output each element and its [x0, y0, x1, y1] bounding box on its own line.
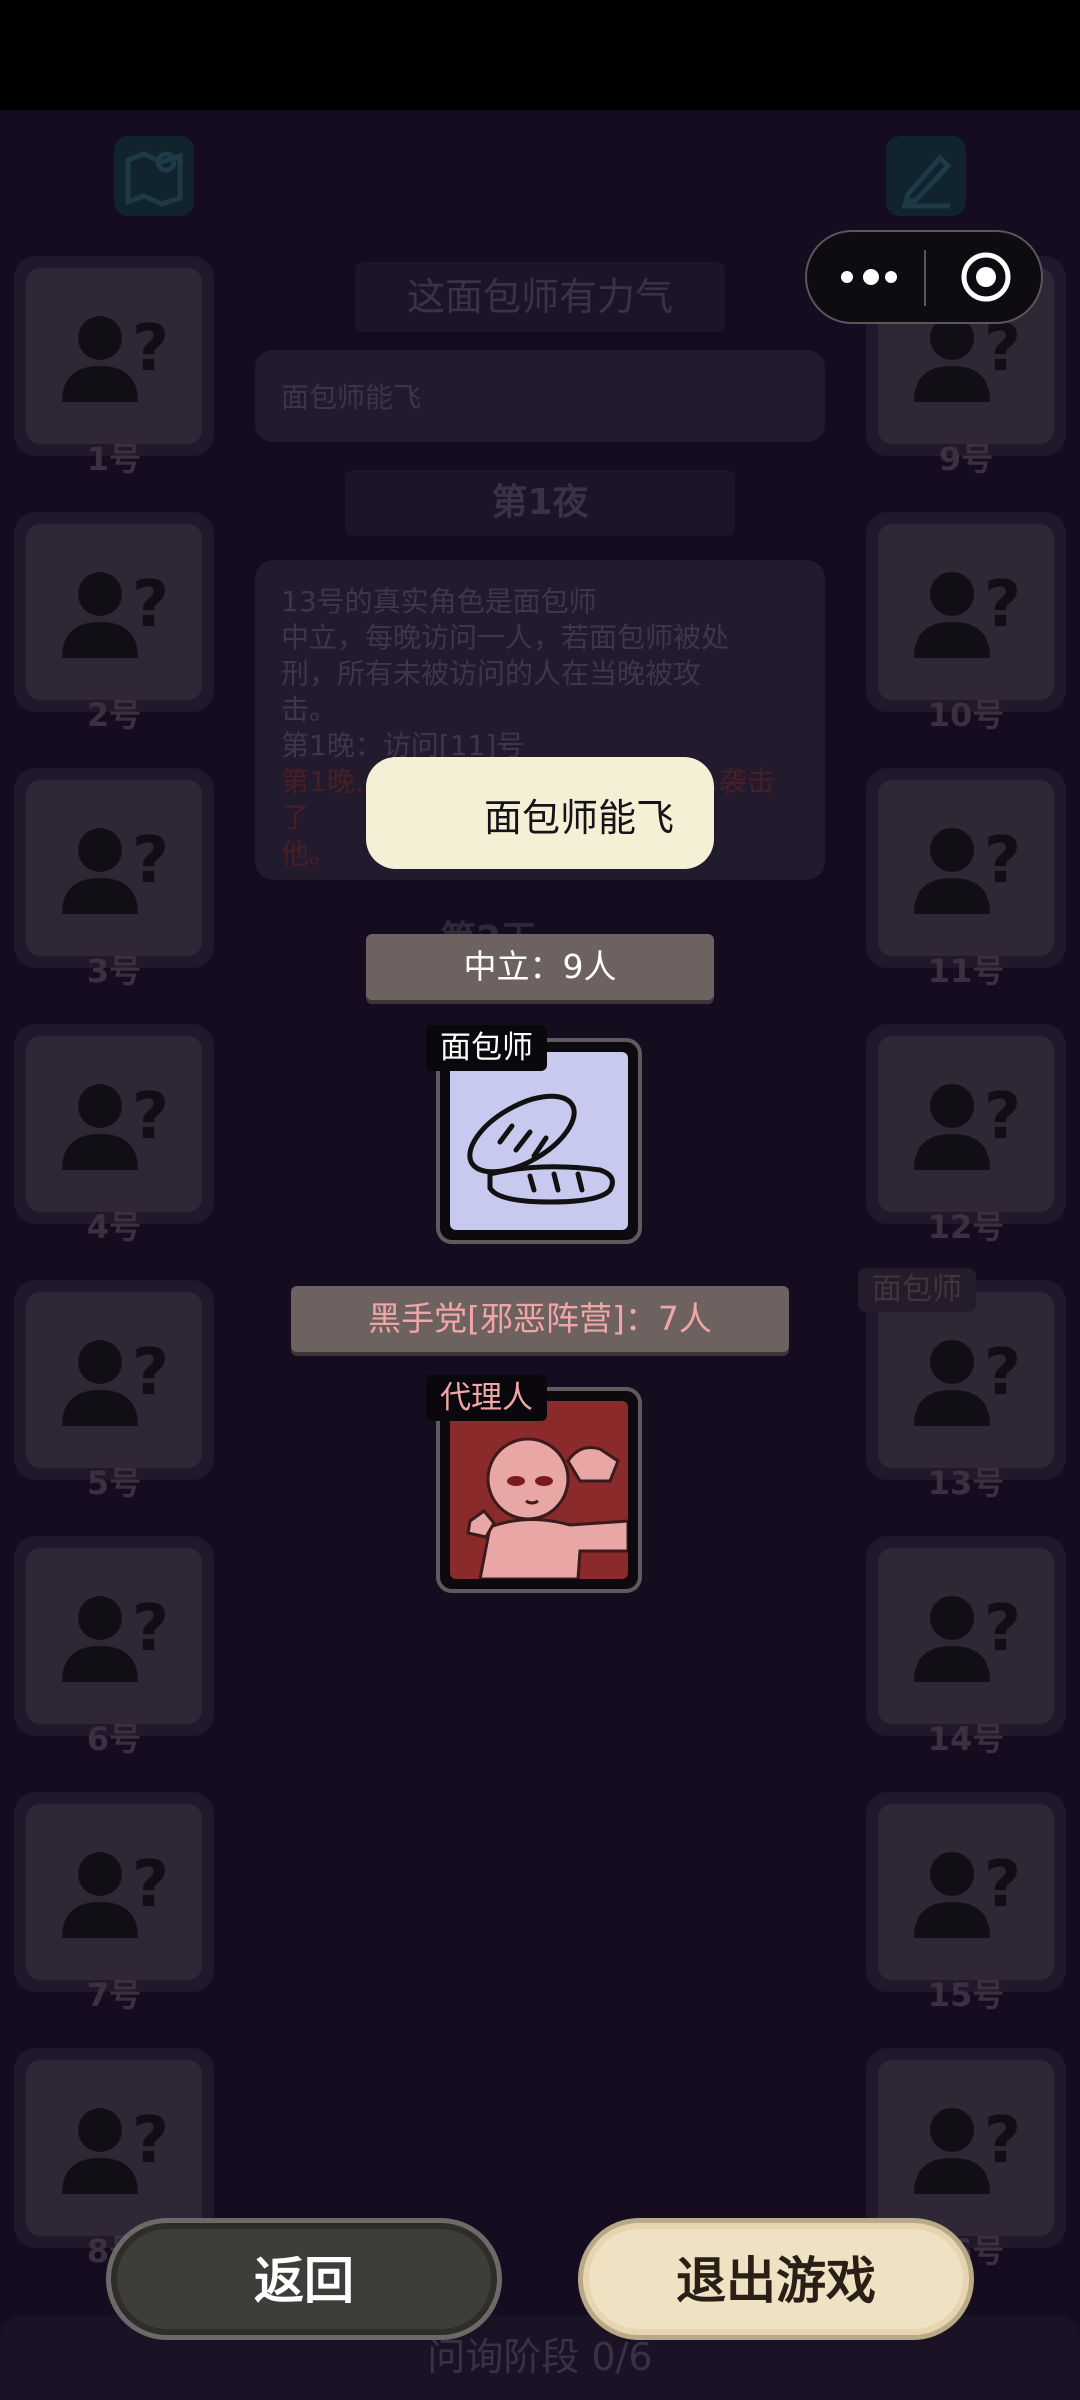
- svg-text:?: ?: [132, 1080, 169, 1154]
- svg-text:?: ?: [132, 2104, 169, 2178]
- unknown-player-icon: ?: [878, 1036, 1054, 1212]
- player-number: 9号: [938, 440, 994, 478]
- role-label-agent: 代理人: [426, 1375, 547, 1421]
- unknown-player-icon: ?: [26, 1036, 202, 1212]
- unknown-player-icon: ?: [878, 524, 1054, 700]
- log-line: 中立，每晚访问一人，若面包师被处: [281, 621, 730, 654]
- player-slot[interactable]: ?: [14, 1280, 214, 1480]
- speech-text: 面包师能飞: [484, 796, 675, 840]
- unknown-player-icon: ?: [878, 780, 1054, 956]
- mini-program-capsule: [805, 230, 1043, 324]
- player-number: 13号: [927, 1464, 1005, 1502]
- player-number: 3号: [86, 952, 142, 990]
- player-slot[interactable]: ?: [14, 256, 214, 456]
- svg-text:?: ?: [984, 824, 1021, 898]
- message-input[interactable]: 面包师能飞: [255, 350, 825, 442]
- player-number: 4号: [86, 1208, 142, 1246]
- message-input-value: 面包师能飞: [281, 381, 422, 414]
- room-title: 这面包师有力气: [355, 262, 725, 332]
- back-button[interactable]: 返回: [106, 2218, 502, 2340]
- log-line: 13号的真实角色是面包师: [281, 585, 597, 618]
- log-line: 刑，所有未被访问的人在当晚被攻: [281, 657, 702, 690]
- svg-text:?: ?: [132, 1848, 169, 1922]
- player-slot[interactable]: ?: [866, 512, 1066, 712]
- player-slot[interactable]: ?: [14, 768, 214, 968]
- player-number: 10号: [927, 696, 1005, 734]
- unknown-player-icon: ?: [26, 524, 202, 700]
- player-number: 2号: [86, 696, 142, 734]
- faction-header-mafia: 黑手党[邪恶阵营]：7人: [291, 1286, 789, 1352]
- unknown-player-icon: ?: [878, 1548, 1054, 1724]
- unknown-player-icon: ?: [26, 780, 202, 956]
- player-slot[interactable]: ?: [14, 1792, 214, 1992]
- slot-role-tag: 面包师: [858, 1268, 976, 1312]
- agent-character-icon: [450, 1401, 630, 1581]
- log-line: 击。: [281, 693, 338, 726]
- player-slot[interactable]: ?: [14, 1536, 214, 1736]
- night-label: 第1夜: [345, 470, 735, 536]
- status-bar: [0, 0, 1080, 110]
- player-number: 14号: [927, 1720, 1005, 1758]
- player-number: 12号: [927, 1208, 1005, 1246]
- edit-icon[interactable]: [886, 136, 966, 216]
- svg-text:?: ?: [984, 1336, 1021, 1410]
- unknown-player-icon: ?: [878, 2060, 1054, 2236]
- player-number: 5号: [86, 1464, 142, 1502]
- player-number: 6号: [86, 1720, 142, 1758]
- exit-game-button[interactable]: 退出游戏: [578, 2218, 974, 2340]
- svg-text:?: ?: [984, 2104, 1021, 2178]
- player-number: 11号: [927, 952, 1005, 990]
- unknown-player-icon: ?: [26, 1548, 202, 1724]
- player-slot[interactable]: ?: [14, 1024, 214, 1224]
- svg-text:?: ?: [132, 1592, 169, 1666]
- player-slot[interactable]: ?: [866, 1536, 1066, 1736]
- more-dots-icon[interactable]: [841, 268, 901, 288]
- player-slot[interactable]: ?: [866, 768, 1066, 968]
- unknown-player-icon: ?: [26, 1804, 202, 1980]
- target-close-icon[interactable]: [959, 250, 1013, 304]
- player-slot[interactable]: ?: [866, 1024, 1066, 1224]
- svg-text:?: ?: [984, 1592, 1021, 1666]
- unknown-player-icon: ?: [878, 1804, 1054, 1980]
- capsule-divider: [924, 250, 926, 306]
- unknown-player-icon: ?: [878, 1292, 1054, 1468]
- svg-text:?: ?: [984, 1848, 1021, 1922]
- svg-text:?: ?: [132, 312, 169, 386]
- player-number: 1号: [86, 440, 142, 478]
- svg-text:?: ?: [132, 824, 169, 898]
- player-slot[interactable]: ?: [14, 512, 214, 712]
- player-number: 7号: [86, 1976, 142, 2014]
- svg-text:?: ?: [984, 1080, 1021, 1154]
- bread-icon: [450, 1052, 628, 1230]
- speech-bubble: 面包师能飞: [366, 757, 714, 869]
- faction-header-neutral: 中立：9人: [366, 934, 714, 1000]
- player-slot[interactable]: ?: [866, 1792, 1066, 1992]
- map-icon[interactable]: [114, 136, 194, 216]
- unknown-player-icon: ?: [26, 268, 202, 444]
- svg-text:?: ?: [132, 568, 169, 642]
- player-number: 15号: [927, 1976, 1005, 2014]
- svg-text:?: ?: [984, 568, 1021, 642]
- svg-text:?: ?: [132, 1336, 169, 1410]
- role-label-baker: 面包师: [426, 1025, 547, 1071]
- unknown-player-icon: ?: [26, 2060, 202, 2236]
- unknown-player-icon: ?: [26, 1292, 202, 1468]
